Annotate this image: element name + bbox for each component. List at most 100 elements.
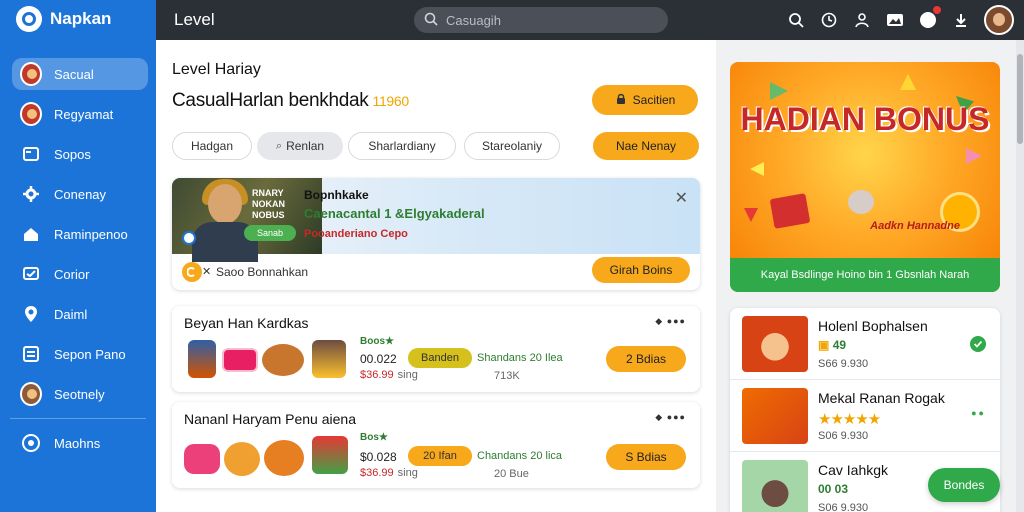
tab-label: Hadgan xyxy=(190,139,234,153)
sidebar-item-seotnely[interactable]: Seotnely xyxy=(12,378,148,410)
headline: CasualHarlan benkhdak 11960 xyxy=(172,90,409,112)
sidebar-item-sacual[interactable]: Sacual xyxy=(12,58,148,90)
list-icon xyxy=(20,343,42,365)
list-item[interactable]: Holenl Bophalsen ▣ 49 S66 9.930 xyxy=(730,308,1000,380)
right-panel: HADIAN BONUS Aadkn Hannadne Kayal Bsdlin… xyxy=(716,40,1024,512)
more-options-icon[interactable]: ◆ ●●● xyxy=(655,412,686,423)
product-add-label: S Bdias xyxy=(625,450,667,464)
sidebar-item-corior[interactable]: Corior xyxy=(12,258,148,290)
sidebar-item-regyamat[interactable]: Regyamat xyxy=(12,98,148,130)
sidebar-item-daiml[interactable]: Daiml xyxy=(12,298,148,330)
product-price-sub: $36.99 sing xyxy=(360,369,418,381)
sidebar-item-sepon-pano[interactable]: Sepon Pano xyxy=(12,338,148,370)
product-thumb-bag[interactable] xyxy=(184,444,220,474)
gear-icon xyxy=(20,183,42,205)
coin-icon: ▣ xyxy=(818,338,830,352)
brand[interactable]: Napkan xyxy=(0,0,156,38)
product-price-sub: $36.99 sing xyxy=(360,467,418,479)
bonus-banner[interactable]: HADIAN BONUS Aadkn Hannadne Kayal Bsdlin… xyxy=(730,62,1000,292)
promo-title: Bopnhkake xyxy=(304,188,369,202)
level-label: Level Hariay xyxy=(172,61,261,78)
bonus-footer[interactable]: Kayal Bsdlinge Hoino bin 1 Gbsnlah Narah xyxy=(730,258,1000,292)
floating-action-button[interactable]: Bondes xyxy=(928,468,1000,502)
tab-label: Renlan xyxy=(286,139,325,153)
close-icon[interactable]: ✕ xyxy=(675,188,688,208)
bonus-title: HADIAN BONUS xyxy=(740,101,990,137)
product-thumb-basket[interactable] xyxy=(312,436,348,474)
sidebar-item-label: Regyamat xyxy=(54,106,114,122)
top-icons xyxy=(786,0,1014,40)
product-tag[interactable]: Banden xyxy=(408,348,472,368)
sidebar-item-label: Corior xyxy=(54,266,90,282)
more-options-icon[interactable]: ◆ ●●● xyxy=(655,316,686,327)
product-tag[interactable]: 20 Ifan xyxy=(408,446,472,466)
settings-circle-icon xyxy=(20,432,42,454)
product-add-button[interactable]: 2 Bdias xyxy=(606,346,686,372)
tab-renlan[interactable]: ⌕ Renlan xyxy=(257,132,343,160)
list-item-stars: ★★★★★ xyxy=(818,411,881,428)
list-item-title: Mekal Ranan Rogak xyxy=(818,390,945,406)
search-icon[interactable] xyxy=(786,10,806,30)
confetti-icon xyxy=(966,148,982,164)
product-add-button[interactable]: S Bdias xyxy=(606,444,686,470)
tab-hadgan[interactable]: Hadgan xyxy=(172,132,252,160)
download-icon[interactable] xyxy=(951,10,971,30)
sidebar-item-label: Sepon Pano xyxy=(54,346,126,362)
product-thumb-package[interactable] xyxy=(312,340,346,378)
top-action-button[interactable]: Sacitien xyxy=(592,85,698,115)
image-icon[interactable] xyxy=(885,10,905,30)
product-thumb-book[interactable] xyxy=(188,340,216,378)
confetti-icon xyxy=(750,162,764,176)
product-card: Nananl Haryam Penu aiena ◆ ●●● Bos★ $0.0… xyxy=(172,402,700,488)
card-icon xyxy=(20,143,42,165)
list-item-meta: S06 9.930 xyxy=(818,430,869,442)
sidebar-item-label: Sopos xyxy=(54,146,91,162)
sidebar-item-raminpenoo[interactable]: Raminpenoo xyxy=(12,218,148,250)
tab-sharlardiany[interactable]: Sharlardiany xyxy=(348,132,456,160)
sidebar-item-label: Daiml xyxy=(54,306,88,322)
user-avatar[interactable] xyxy=(984,5,1014,35)
product-sold: 20 Bue xyxy=(494,468,529,480)
product-thumb-pastry[interactable] xyxy=(262,344,304,376)
promo-banner[interactable]: RNARY NOKAN NOBUS Sanab Bopnhkake Caenac… xyxy=(172,178,700,262)
sidebar-item-conenay[interactable]: Conenay xyxy=(12,178,148,210)
list-thumb xyxy=(742,316,808,372)
lock-icon xyxy=(615,93,627,108)
tab-label: Sharlardiany xyxy=(368,139,436,153)
tab-label: Stareolaniy xyxy=(481,139,543,153)
search-input[interactable] xyxy=(446,12,646,28)
close-small-icon[interactable]: ✕ xyxy=(202,265,211,278)
product-thumb-snack[interactable] xyxy=(224,442,260,476)
list-item[interactable]: Mekal Ranan Rogak ★★★★★ S06 9.930 ●● xyxy=(730,380,1000,452)
profile-add-icon[interactable] xyxy=(852,10,872,30)
list-item-title: Holenl Bophalsen xyxy=(818,318,928,334)
confetti-icon xyxy=(744,208,758,222)
product-rating: Bos★ xyxy=(360,432,388,443)
promo-note: Saoo Bonnahkan xyxy=(216,265,309,279)
notification-bell-icon[interactable] xyxy=(918,5,942,30)
sidebar-item-sopos[interactable]: Sopos xyxy=(12,138,148,170)
scrollbar-thumb[interactable] xyxy=(1017,54,1023,144)
search-box[interactable] xyxy=(414,7,668,33)
sidebar-divider xyxy=(10,418,146,419)
promo-banner-card: RNARY NOKAN NOBUS Sanab Bopnhkake Caenac… xyxy=(172,178,700,290)
promo-photo: RNARY NOKAN NOBUS Sanab xyxy=(172,178,322,262)
photo-caption: RNARY NOKAN NOBUS xyxy=(252,188,285,220)
sidebar-item-maohns[interactable]: Maohns xyxy=(12,427,148,459)
product-sold: 713K xyxy=(494,370,520,382)
promo-cta-button[interactable]: Girah Boins xyxy=(592,257,690,283)
top-bar: Level xyxy=(156,0,1024,40)
tab-stareolaniy[interactable]: Stareolaniy xyxy=(464,132,560,160)
top-action-label: Sacitien xyxy=(632,93,676,107)
sidebar: Napkan Sacual Regyamat Sopos Conenay Ram… xyxy=(0,0,156,512)
tab-cta-button[interactable]: Nae Nenay xyxy=(593,132,699,160)
clock-icon[interactable] xyxy=(819,10,839,30)
search-icon: ⌕ xyxy=(275,139,283,152)
scrollbar[interactable] xyxy=(1016,40,1024,512)
photo-button[interactable]: Sanab xyxy=(244,225,296,241)
product-thumb-food[interactable] xyxy=(264,440,304,476)
confetti-icon xyxy=(770,82,788,100)
more-options-icon[interactable]: ●● xyxy=(971,408,986,418)
list-thumb xyxy=(742,460,808,512)
product-thumb-box[interactable] xyxy=(222,348,258,372)
